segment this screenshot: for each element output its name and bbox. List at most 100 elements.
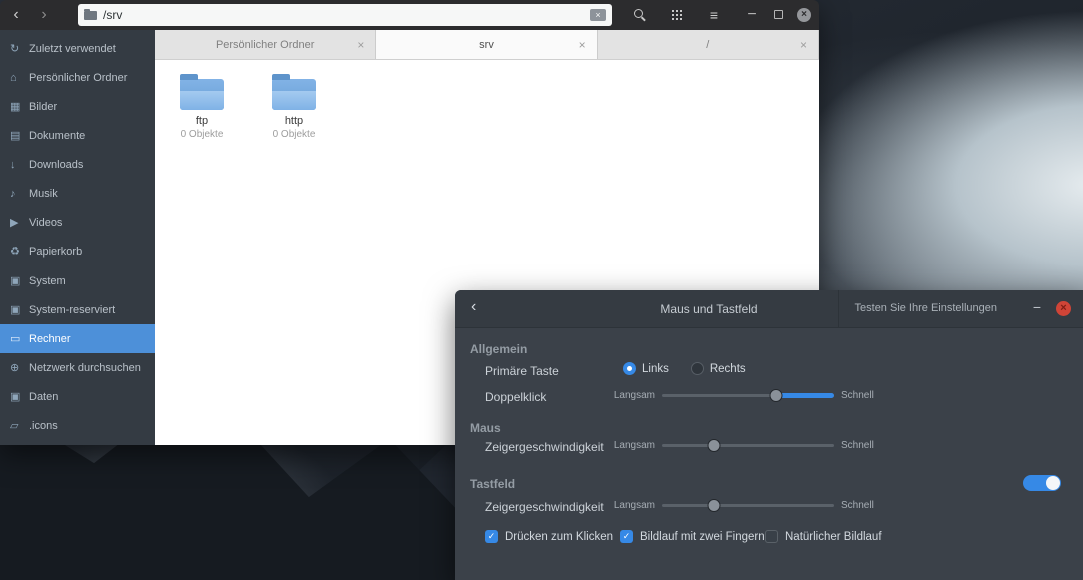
slider-track bbox=[662, 444, 834, 447]
images-icon: ▦ bbox=[10, 101, 21, 113]
slider-track bbox=[662, 504, 834, 507]
close-button[interactable] bbox=[797, 8, 811, 22]
sidebar-item-pictures[interactable]: ▦ Bilder bbox=[0, 92, 155, 121]
file-manager-toolbar: ‹ › /srv ≡ − bbox=[0, 0, 819, 30]
maximize-button[interactable] bbox=[774, 10, 783, 19]
tap-to-click-checkbox[interactable] bbox=[485, 530, 498, 543]
slider-knob[interactable] bbox=[707, 499, 721, 512]
touchpad-enable-switch[interactable] bbox=[1023, 475, 1061, 491]
mouse-speed-slider[interactable] bbox=[662, 439, 834, 452]
sidebar-item-label: Persönlicher Ordner bbox=[29, 71, 128, 84]
menu-button[interactable]: ≡ bbox=[704, 0, 724, 30]
tab-close-icon[interactable]: × bbox=[579, 38, 586, 52]
sidebar-item-label: Netzwerk durchsuchen bbox=[29, 361, 141, 374]
settings-header: ‹ Maus und Tastfeld Testen Sie Ihre Eins… bbox=[455, 290, 1083, 328]
folder-icon bbox=[180, 74, 224, 110]
section-heading-mouse: Maus bbox=[470, 421, 501, 435]
file-item-count: 0 Objekte bbox=[180, 129, 224, 140]
search-icon[interactable] bbox=[634, 9, 643, 18]
slider-slow-label: Langsam bbox=[613, 440, 655, 451]
section-heading-touchpad: Tastfeld bbox=[470, 477, 516, 491]
sidebar-item-videos[interactable]: ▶ Videos bbox=[0, 208, 155, 237]
sidebar-item-label: Musik bbox=[29, 187, 58, 200]
grid-view-icon[interactable] bbox=[672, 10, 674, 12]
mouse-touchpad-settings-window: ‹ Maus und Tastfeld Testen Sie Ihre Eins… bbox=[455, 290, 1083, 580]
minimize-button[interactable]: − bbox=[742, 0, 762, 30]
touchpad-pointer-speed-label: Zeigergeschwindigkeit bbox=[485, 500, 604, 514]
tab-close-icon[interactable]: × bbox=[800, 38, 807, 52]
close-button[interactable] bbox=[1056, 301, 1071, 316]
touchpad-speed-slider[interactable] bbox=[662, 499, 834, 512]
radio-left[interactable] bbox=[623, 362, 636, 375]
tab-srv[interactable]: srv × bbox=[376, 30, 598, 59]
sidebar-item-computer[interactable]: ▭ Rechner bbox=[0, 324, 155, 353]
downloads-icon: ↓ bbox=[10, 158, 16, 171]
slider-fast-label: Schnell bbox=[841, 440, 874, 451]
path-bar-input[interactable]: /srv bbox=[78, 4, 612, 26]
tab-label: srv bbox=[479, 38, 494, 51]
slider-knob[interactable] bbox=[707, 439, 721, 452]
mouse-pointer-speed-label: Zeigergeschwindigkeit bbox=[485, 440, 604, 454]
sidebar-item-label: System-reserviert bbox=[29, 303, 116, 316]
slider-fast-label: Schnell bbox=[841, 390, 874, 401]
videos-icon: ▶ bbox=[10, 217, 19, 229]
radio-right-label[interactable]: Rechts bbox=[710, 363, 746, 375]
back-button[interactable]: ‹ bbox=[6, 0, 26, 30]
sidebar-item-label: Videos bbox=[29, 216, 63, 229]
primary-button-label: Primäre Taste bbox=[485, 364, 559, 378]
radio-left-label[interactable]: Links bbox=[642, 363, 669, 375]
slider-knob[interactable] bbox=[769, 389, 783, 402]
file-name: ftp bbox=[195, 115, 209, 127]
sidebar-item-music[interactable]: ♪ Musik bbox=[0, 179, 155, 208]
file-item-http[interactable]: http 0 Objekte bbox=[256, 72, 332, 140]
natural-scroll-checkbox[interactable] bbox=[765, 530, 778, 543]
sidebar-item-home[interactable]: ⌂ Persönlicher Ordner bbox=[0, 63, 155, 92]
trash-icon: ♻ bbox=[10, 246, 20, 258]
sidebar-item-icons-folder[interactable]: ▱ .icons bbox=[0, 411, 155, 440]
recent-icon: ↻ bbox=[10, 43, 20, 55]
folder-icon bbox=[84, 8, 97, 20]
forward-button[interactable]: › bbox=[34, 0, 54, 30]
test-settings-button[interactable]: Testen Sie Ihre Einstellungen bbox=[837, 290, 1013, 328]
sidebar-item-recent[interactable]: ↻ Zuletzt verwendet bbox=[0, 34, 155, 63]
mouse-speed-slider-row: Langsam Schnell bbox=[613, 439, 874, 452]
natural-scroll-option[interactable]: Natürlicher Bildlauf bbox=[765, 530, 882, 543]
computer-icon: ▭ bbox=[10, 333, 21, 345]
sidebar-item-label: Zuletzt verwendet bbox=[29, 42, 116, 55]
doubleclick-slider[interactable] bbox=[662, 389, 834, 402]
sidebar-item-data[interactable]: ▣ Daten bbox=[0, 382, 155, 411]
radio-right[interactable] bbox=[690, 362, 704, 375]
sidebar-item-trash[interactable]: ♻ Papierkorb bbox=[0, 237, 155, 266]
two-finger-scroll-checkbox[interactable] bbox=[620, 530, 633, 543]
sidebar-item-documents[interactable]: ▤ Dokumente bbox=[0, 121, 155, 150]
tab-home[interactable]: Persönlicher Ordner × bbox=[155, 30, 377, 59]
file-item-count: 0 Objekte bbox=[272, 129, 316, 140]
disk-icon: ▣ bbox=[10, 391, 21, 403]
folder-icon bbox=[272, 74, 316, 110]
sidebar-item-label: Rechner bbox=[29, 332, 71, 345]
natural-scroll-label: Natürlicher Bildlauf bbox=[785, 530, 882, 543]
file-name: http bbox=[284, 115, 304, 127]
slider-slow-label: Langsam bbox=[613, 390, 655, 401]
primary-button-radio-group: Links Rechts bbox=[623, 362, 768, 375]
tab-close-icon[interactable]: × bbox=[357, 38, 364, 52]
sidebar-item-system-reserved[interactable]: ▣ System-reserviert bbox=[0, 295, 155, 324]
tab-root[interactable]: / × bbox=[597, 30, 819, 59]
two-finger-scroll-option[interactable]: Bildlauf mit zwei Fingern bbox=[620, 530, 765, 543]
minimize-button[interactable]: − bbox=[1033, 299, 1041, 315]
sidebar-item-system[interactable]: ▣ System bbox=[0, 266, 155, 295]
sidebar-item-label: Bilder bbox=[29, 100, 58, 113]
tap-to-click-option[interactable]: Drücken zum Klicken bbox=[485, 530, 613, 543]
touchpad-speed-slider-row: Langsam Schnell bbox=[613, 499, 874, 512]
music-icon: ♪ bbox=[10, 187, 16, 200]
file-item-ftp[interactable]: ftp 0 Objekte bbox=[164, 72, 240, 140]
sidebar-item-downloads[interactable]: ↓ Downloads bbox=[0, 150, 155, 179]
disk-icon: ▣ bbox=[10, 275, 21, 287]
clear-path-icon[interactable] bbox=[590, 9, 606, 21]
sidebar-item-label: Dokumente bbox=[29, 129, 86, 142]
two-finger-scroll-label: Bildlauf mit zwei Fingern bbox=[640, 530, 765, 543]
sidebar-item-network[interactable]: ⊕ Netzwerk durchsuchen bbox=[0, 353, 155, 382]
tap-to-click-label: Drücken zum Klicken bbox=[505, 530, 614, 543]
doubleclick-label: Doppelklick bbox=[485, 390, 547, 404]
back-button[interactable]: ‹ bbox=[471, 298, 476, 316]
